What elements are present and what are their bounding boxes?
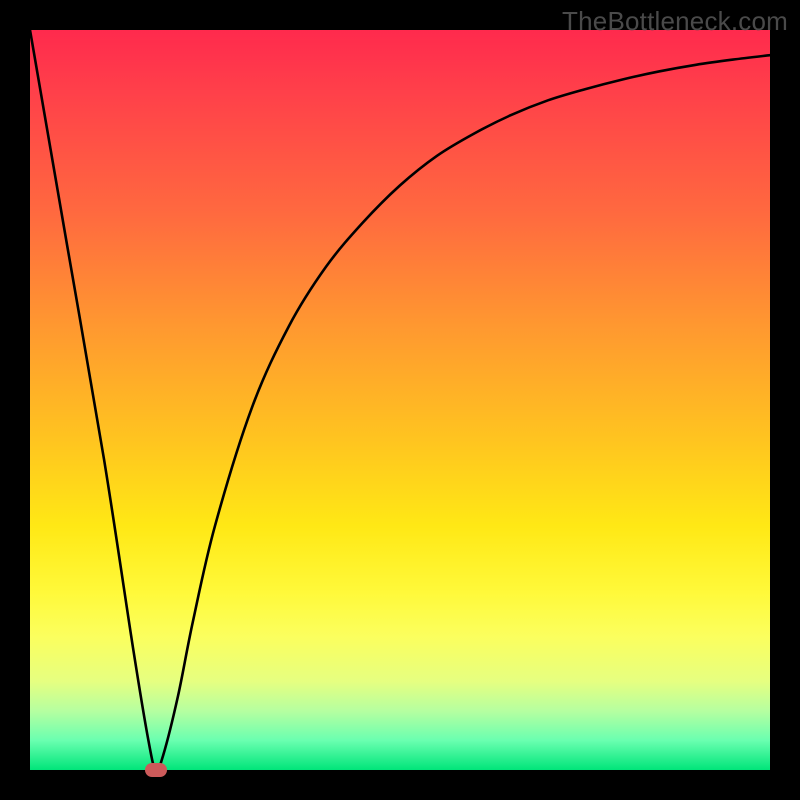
watermark-text: TheBottleneck.com	[562, 6, 788, 37]
bottleneck-curve	[30, 30, 770, 770]
chart-frame: TheBottleneck.com	[0, 0, 800, 800]
plot-area	[30, 30, 770, 770]
optimal-point-marker	[145, 763, 167, 777]
